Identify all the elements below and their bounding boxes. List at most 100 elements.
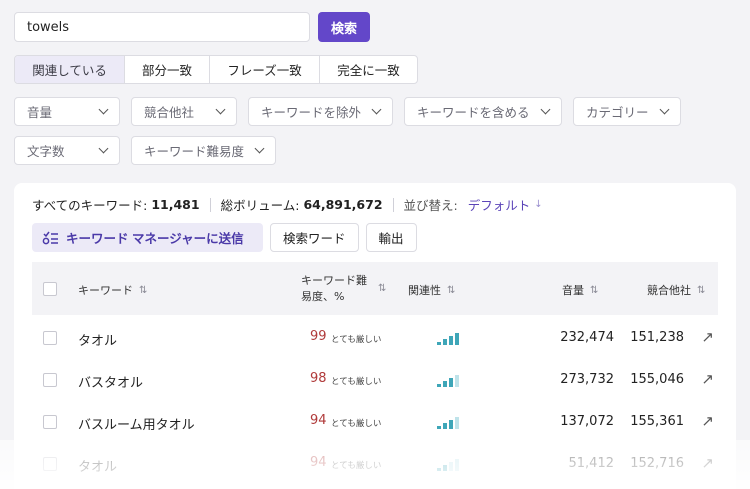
table-row[interactable]: タオル 94 とても厳しい 51,412 152,716 ↗ bbox=[32, 442, 718, 484]
volume-value: 51,412 bbox=[568, 456, 615, 471]
difficulty-value: 99 bbox=[310, 329, 327, 344]
relevance-bar bbox=[455, 333, 459, 345]
sort-icon: ⇅ bbox=[590, 284, 599, 296]
filter-char-count-label: 文字数 bbox=[27, 144, 65, 159]
external-link-icon[interactable]: ↗ bbox=[701, 454, 714, 472]
difficulty-value: 98 bbox=[310, 371, 327, 386]
action-bar: キーワード マネージャーに送信 検索ワード 輸出 bbox=[32, 223, 417, 252]
header-keyword[interactable]: キーワード ⇅ bbox=[78, 282, 147, 298]
select-all-checkbox[interactable] bbox=[43, 282, 57, 296]
relevance-bar bbox=[443, 381, 447, 387]
external-link-icon[interactable]: ↗ bbox=[701, 370, 714, 388]
relevance-bar bbox=[449, 462, 453, 471]
sort-arrow-icon[interactable]: ↓ bbox=[534, 199, 542, 210]
chevron-down-icon bbox=[215, 104, 226, 115]
row-checkbox[interactable] bbox=[43, 373, 57, 387]
volume-value: 232,474 bbox=[560, 330, 614, 345]
relevance-bar bbox=[449, 336, 453, 345]
keyword-text[interactable]: バスルーム用タオル bbox=[78, 414, 195, 433]
divider bbox=[392, 197, 394, 212]
volume-value: 273,732 bbox=[560, 372, 614, 387]
relevance-bar bbox=[437, 426, 441, 429]
header-relevance-label: 関連性 bbox=[408, 284, 441, 297]
filter-include-keywords[interactable]: キーワードを含める bbox=[404, 97, 562, 126]
chevron-down-icon bbox=[254, 143, 265, 154]
relevance-bar bbox=[455, 459, 459, 471]
filter-exclude-keywords[interactable]: キーワードを除外 bbox=[248, 97, 393, 126]
total-volume-value: 64,891,672 bbox=[303, 197, 383, 212]
send-button-label: キーワード マネージャーに送信 bbox=[66, 232, 244, 246]
export-button[interactable]: 輸出 bbox=[365, 223, 417, 252]
row-checkbox[interactable] bbox=[43, 331, 57, 345]
sort-icon[interactable]: ⇅ bbox=[378, 283, 386, 294]
divider bbox=[209, 197, 211, 212]
keyword-text[interactable]: タオル bbox=[78, 456, 117, 475]
competitors-value: 151,238 bbox=[630, 330, 684, 345]
relevance-bars bbox=[437, 375, 459, 387]
header-keyword-label: キーワード bbox=[78, 284, 133, 297]
results-summary: すべてのキーワード: 11,481 総ボリューム: 64,891,672 並び替… bbox=[32, 195, 543, 214]
table-row[interactable]: バスルーム用タオル 94 とても厳しい 137,072 155,361 ↗ bbox=[32, 400, 718, 442]
relevance-bars bbox=[437, 417, 459, 429]
competitors-value: 155,361 bbox=[630, 414, 684, 429]
tab-phrase-match[interactable]: フレーズ一致 bbox=[210, 56, 320, 83]
difficulty-value: 94 bbox=[310, 413, 327, 428]
search-input[interactable] bbox=[14, 12, 310, 42]
filter-char-count[interactable]: 文字数 bbox=[14, 136, 120, 165]
header-volume[interactable]: 音量 ⇅ bbox=[562, 282, 598, 298]
filter-difficulty-label: キーワード難易度 bbox=[144, 144, 245, 159]
difficulty-label: とても厳しい bbox=[331, 377, 382, 387]
external-link-icon[interactable]: ↗ bbox=[701, 328, 714, 346]
sort-icon: ⇅ bbox=[697, 284, 706, 296]
relevance-bar bbox=[455, 375, 459, 387]
sort-icon: ⇅ bbox=[447, 284, 456, 296]
filter-category[interactable]: カテゴリー bbox=[573, 97, 681, 126]
tab-exact-match[interactable]: 完全に一致 bbox=[320, 56, 417, 83]
table-row[interactable]: タオル 99 とても厳しい 232,474 151,238 ↗ bbox=[32, 316, 718, 358]
relevance-bar bbox=[437, 384, 441, 387]
search-button[interactable]: 検索 bbox=[318, 12, 370, 42]
sort-label: 並び替え: bbox=[403, 198, 458, 213]
chevron-down-icon bbox=[98, 143, 109, 154]
header-difficulty[interactable]: キーワード難 易度、% bbox=[301, 273, 389, 305]
header-volume-label: 音量 bbox=[562, 284, 584, 297]
table-row[interactable]: バスタオル 98 とても厳しい 273,732 155,046 ↗ bbox=[32, 358, 718, 400]
header-competitors-label: 競合他社 bbox=[647, 284, 691, 297]
competitors-value: 152,716 bbox=[630, 456, 684, 471]
sort-dropdown[interactable]: デフォルト bbox=[468, 195, 531, 214]
chevron-down-icon bbox=[98, 104, 109, 115]
filter-keyword-difficulty[interactable]: キーワード難易度 bbox=[131, 136, 276, 165]
filter-exclude-label: キーワードを除外 bbox=[261, 105, 362, 120]
search-words-button[interactable]: 検索ワード bbox=[270, 223, 359, 252]
header-competitors[interactable]: 競合他社 ⇅ bbox=[647, 282, 705, 298]
filter-volume[interactable]: 音量 bbox=[14, 97, 120, 126]
keyword-manager-icon bbox=[42, 231, 58, 244]
filter-include-label: キーワードを含める bbox=[417, 105, 530, 120]
keyword-text[interactable]: タオル bbox=[78, 330, 117, 349]
keyword-text[interactable]: バスタオル bbox=[78, 372, 143, 391]
tab-broad-match[interactable]: 部分一致 bbox=[125, 56, 210, 83]
competitors-value: 155,046 bbox=[630, 372, 684, 387]
tab-related[interactable]: 関連している bbox=[15, 56, 125, 83]
header-relevance[interactable]: 関連性 ⇅ bbox=[408, 282, 455, 298]
difficulty-label: とても厳しい bbox=[331, 461, 382, 471]
relevance-bar bbox=[455, 417, 459, 429]
relevance-bars bbox=[437, 333, 459, 345]
row-checkbox[interactable] bbox=[43, 415, 57, 429]
all-keywords-label: すべてのキーワード: bbox=[32, 198, 148, 213]
difficulty-label: とても厳しい bbox=[331, 419, 382, 429]
table-header: キーワード ⇅ キーワード難 易度、% ⇅ 関連性 ⇅ 音量 ⇅ 競合他社 ⇅ bbox=[32, 262, 718, 315]
volume-value: 137,072 bbox=[560, 414, 614, 429]
search-bar: 検索 bbox=[14, 12, 370, 42]
match-type-tabs: 関連している 部分一致 フレーズ一致 完全に一致 bbox=[14, 55, 418, 84]
send-to-keyword-manager-button[interactable]: キーワード マネージャーに送信 bbox=[32, 223, 263, 252]
relevance-bar bbox=[443, 339, 447, 345]
relevance-bar bbox=[437, 342, 441, 345]
row-checkbox[interactable] bbox=[43, 457, 57, 471]
external-link-icon[interactable]: ↗ bbox=[701, 412, 714, 430]
all-keywords-count: 11,481 bbox=[151, 197, 200, 212]
relevance-bar bbox=[449, 378, 453, 387]
filter-competitors[interactable]: 競合他社 bbox=[131, 97, 237, 126]
relevance-bar bbox=[443, 465, 447, 471]
relevance-bar bbox=[449, 420, 453, 429]
